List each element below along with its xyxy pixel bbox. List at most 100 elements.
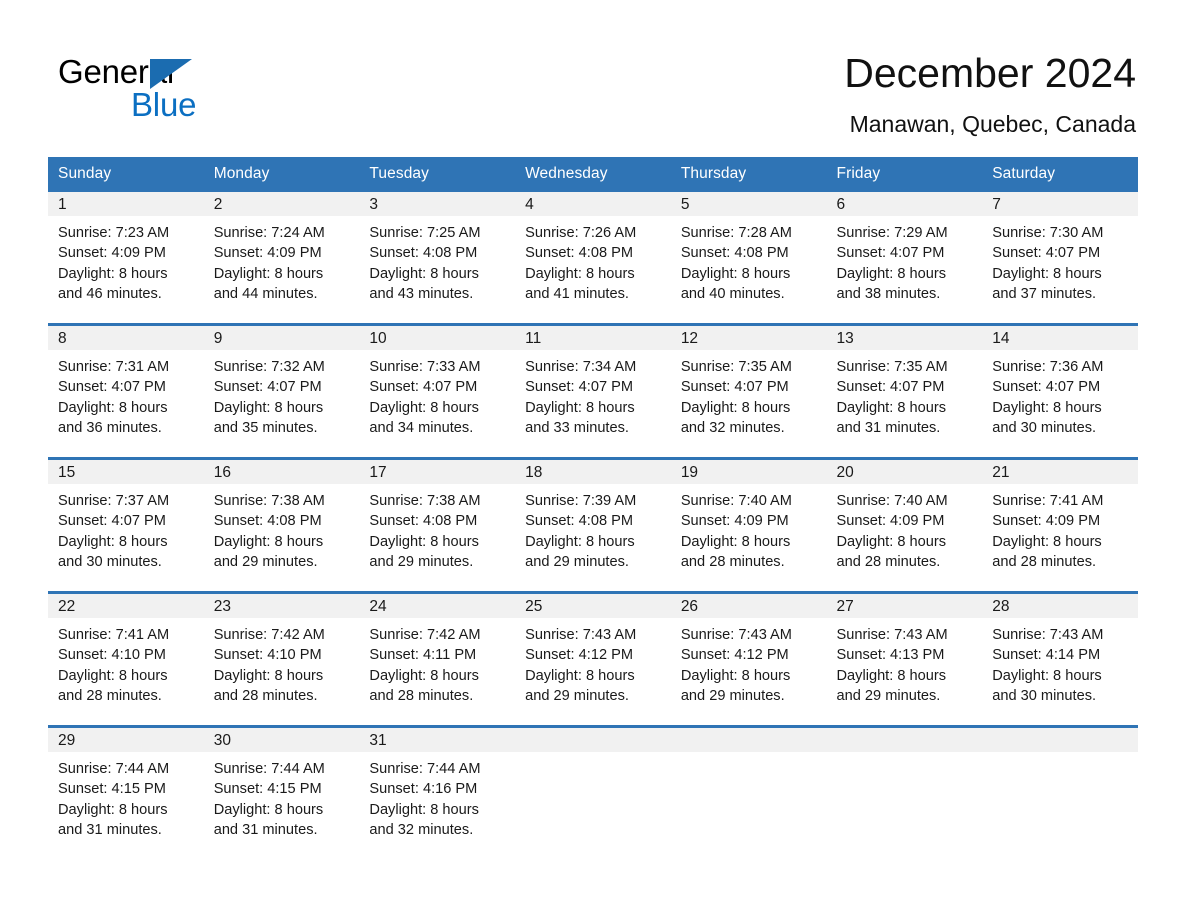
daylight-text-line2: and 44 minutes. xyxy=(213,285,318,302)
daylight-text-line2: and 34 minutes. xyxy=(369,419,474,436)
day-details: Sunrise: 7:44 AM Sunset: 4:16 PM Dayligh… xyxy=(359,752,515,840)
day-cell[interactable]: 11 Sunrise: 7:34 AM Sunset: 4:07 PM Dayl… xyxy=(515,323,671,459)
sunset-text: Sunset: 4:10 PM xyxy=(213,647,322,664)
day-cell[interactable]: 31 Sunrise: 7:44 AM Sunset: 4:16 PM Dayl… xyxy=(359,725,516,859)
day-cell[interactable]: 9 Sunrise: 7:32 AM Sunset: 4:07 PM Dayli… xyxy=(203,323,360,459)
day-details: Sunrise: 7:23 AM Sunset: 4:09 PM Dayligh… xyxy=(48,216,204,304)
day-cell[interactable]: 19 Sunrise: 7:40 AM Sunset: 4:09 PM Dayl… xyxy=(670,457,827,593)
weekday-header-monday: Monday xyxy=(203,157,360,192)
day-cell[interactable]: 10 Sunrise: 7:33 AM Sunset: 4:07 PM Dayl… xyxy=(359,323,516,459)
sunrise-text: Sunrise: 7:35 AM xyxy=(680,359,792,375)
day-number: 5 xyxy=(670,192,827,216)
day-number: 15 xyxy=(48,460,204,484)
daylight-text-line1: Daylight: 8 hours xyxy=(213,265,324,282)
daylight-text-line1: Daylight: 8 hours xyxy=(525,533,635,550)
day-cell[interactable]: 27 Sunrise: 7:43 AM Sunset: 4:13 PM Dayl… xyxy=(826,591,983,727)
day-cell[interactable]: 1 Sunrise: 7:23 AM Sunset: 4:09 PM Dayli… xyxy=(48,192,204,325)
day-number: 29 xyxy=(48,728,204,752)
day-cell[interactable]: 8 Sunrise: 7:31 AM Sunset: 4:07 PM Dayli… xyxy=(48,323,204,459)
daylight-text-line1: Daylight: 8 hours xyxy=(58,533,168,550)
daylight-text-line1: Daylight: 8 hours xyxy=(58,265,168,282)
day-cell[interactable]: 18 Sunrise: 7:39 AM Sunset: 4:08 PM Dayl… xyxy=(515,457,671,593)
day-cell[interactable]: 4 Sunrise: 7:26 AM Sunset: 4:08 PM Dayli… xyxy=(515,192,671,325)
day-cell[interactable]: 6 Sunrise: 7:29 AM Sunset: 4:07 PM Dayli… xyxy=(826,192,983,325)
day-details: Sunrise: 7:38 AM Sunset: 4:08 PM Dayligh… xyxy=(359,484,515,572)
daylight-text-line2: and 29 minutes. xyxy=(213,553,318,570)
page-header: General Blue December 2024 Manawan, Queb… xyxy=(0,0,1188,152)
day-details: Sunrise: 7:39 AM Sunset: 4:08 PM Dayligh… xyxy=(515,484,671,572)
daylight-text-line2: and 29 minutes. xyxy=(525,687,629,704)
daylight-text-line1: Daylight: 8 hours xyxy=(680,399,791,416)
daylight-text-line1: Daylight: 8 hours xyxy=(992,399,1102,416)
general-blue-logo[interactable]: General Blue xyxy=(58,52,318,128)
sunrise-text: Sunrise: 7:30 AM xyxy=(992,225,1104,241)
day-number: 31 xyxy=(359,728,516,752)
sunrise-text: Sunrise: 7:43 AM xyxy=(680,627,792,643)
sunset-text: Sunset: 4:09 PM xyxy=(213,245,322,262)
day-cell[interactable]: 12 Sunrise: 7:35 AM Sunset: 4:07 PM Dayl… xyxy=(670,323,827,459)
calendar-page: General Blue December 2024 Manawan, Queb… xyxy=(0,0,1188,918)
daylight-text-line2: and 43 minutes. xyxy=(369,285,474,302)
day-cell[interactable]: 15 Sunrise: 7:37 AM Sunset: 4:07 PM Dayl… xyxy=(48,457,204,593)
calendar-week-row: 1 Sunrise: 7:23 AM Sunset: 4:09 PM Dayli… xyxy=(48,192,1138,325)
day-details: Sunrise: 7:43 AM Sunset: 4:14 PM Dayligh… xyxy=(982,618,1138,706)
day-cell[interactable]: 29 Sunrise: 7:44 AM Sunset: 4:15 PM Dayl… xyxy=(48,725,204,859)
daylight-text-line2: and 31 minutes. xyxy=(213,821,318,838)
day-cell[interactable]: 21 Sunrise: 7:41 AM Sunset: 4:09 PM Dayl… xyxy=(982,457,1138,593)
day-cell[interactable]: 22 Sunrise: 7:41 AM Sunset: 4:10 PM Dayl… xyxy=(48,591,204,727)
daylight-text-line1: Daylight: 8 hours xyxy=(213,667,324,684)
day-details: Sunrise: 7:41 AM Sunset: 4:10 PM Dayligh… xyxy=(48,618,204,706)
day-cell[interactable]: 17 Sunrise: 7:38 AM Sunset: 4:08 PM Dayl… xyxy=(359,457,516,593)
sunset-text: Sunset: 4:08 PM xyxy=(525,245,634,262)
sunrise-text: Sunrise: 7:23 AM xyxy=(58,225,170,241)
day-details: Sunrise: 7:31 AM Sunset: 4:07 PM Dayligh… xyxy=(48,350,204,438)
day-cell[interactable]: 20 Sunrise: 7:40 AM Sunset: 4:09 PM Dayl… xyxy=(826,457,983,593)
daylight-text-line1: Daylight: 8 hours xyxy=(213,533,324,550)
day-cell[interactable]: 25 Sunrise: 7:43 AM Sunset: 4:12 PM Dayl… xyxy=(515,591,671,727)
day-number: 23 xyxy=(203,594,360,618)
sunrise-text: Sunrise: 7:25 AM xyxy=(369,225,481,241)
sunrise-text: Sunrise: 7:43 AM xyxy=(836,627,948,643)
calendar-table: Sunday Monday Tuesday Wednesday Thursday… xyxy=(48,157,1138,859)
day-cell[interactable]: 23 Sunrise: 7:42 AM Sunset: 4:10 PM Dayl… xyxy=(203,591,360,727)
daylight-text-line1: Daylight: 8 hours xyxy=(525,265,635,282)
daylight-text-line1: Daylight: 8 hours xyxy=(369,533,479,550)
day-number: 11 xyxy=(515,326,671,350)
day-cell[interactable]: 14 Sunrise: 7:36 AM Sunset: 4:07 PM Dayl… xyxy=(982,323,1138,459)
sunrise-text: Sunrise: 7:32 AM xyxy=(213,359,325,375)
day-number: 26 xyxy=(670,594,827,618)
daylight-text-line2: and 29 minutes. xyxy=(680,687,785,704)
day-cell[interactable]: 30 Sunrise: 7:44 AM Sunset: 4:15 PM Dayl… xyxy=(203,725,360,859)
daylight-text-line2: and 31 minutes. xyxy=(836,419,941,436)
day-cell[interactable]: 16 Sunrise: 7:38 AM Sunset: 4:08 PM Dayl… xyxy=(203,457,360,593)
daylight-text-line1: Daylight: 8 hours xyxy=(369,667,479,684)
day-details: Sunrise: 7:40 AM Sunset: 4:09 PM Dayligh… xyxy=(671,484,827,572)
day-number: 25 xyxy=(515,594,671,618)
daylight-text-line1: Daylight: 8 hours xyxy=(992,667,1102,684)
sunset-text: Sunset: 4:10 PM xyxy=(58,647,166,664)
day-cell[interactable]: 26 Sunrise: 7:43 AM Sunset: 4:12 PM Dayl… xyxy=(670,591,827,727)
day-details: Sunrise: 7:38 AM Sunset: 4:08 PM Dayligh… xyxy=(204,484,360,572)
day-number: 3 xyxy=(359,192,516,216)
sunset-text: Sunset: 4:07 PM xyxy=(836,245,945,262)
day-number: 12 xyxy=(670,326,827,350)
sunrise-text: Sunrise: 7:35 AM xyxy=(836,359,948,375)
day-cell[interactable]: 5 Sunrise: 7:28 AM Sunset: 4:08 PM Dayli… xyxy=(670,192,827,325)
sunrise-text: Sunrise: 7:44 AM xyxy=(369,761,481,777)
sunset-text: Sunset: 4:12 PM xyxy=(525,647,634,664)
day-number: 2 xyxy=(203,192,360,216)
daylight-text-line1: Daylight: 8 hours xyxy=(213,801,324,818)
day-cell[interactable]: 24 Sunrise: 7:42 AM Sunset: 4:11 PM Dayl… xyxy=(359,591,516,727)
sunset-text: Sunset: 4:07 PM xyxy=(58,379,166,396)
day-cell[interactable]: 13 Sunrise: 7:35 AM Sunset: 4:07 PM Dayl… xyxy=(826,323,983,459)
day-cell[interactable]: 28 Sunrise: 7:43 AM Sunset: 4:14 PM Dayl… xyxy=(982,591,1138,727)
day-cell[interactable]: 2 Sunrise: 7:24 AM Sunset: 4:09 PM Dayli… xyxy=(203,192,360,325)
day-cell-empty xyxy=(826,725,983,859)
day-cell[interactable]: 7 Sunrise: 7:30 AM Sunset: 4:07 PM Dayli… xyxy=(982,192,1138,325)
calendar-week-row: 29 Sunrise: 7:44 AM Sunset: 4:15 PM Dayl… xyxy=(48,725,1138,859)
day-number: 21 xyxy=(982,460,1138,484)
day-cell[interactable]: 3 Sunrise: 7:25 AM Sunset: 4:08 PM Dayli… xyxy=(359,192,516,325)
sunset-text: Sunset: 4:07 PM xyxy=(213,379,322,396)
sunset-text: Sunset: 4:07 PM xyxy=(58,513,166,530)
daylight-text-line1: Daylight: 8 hours xyxy=(680,265,791,282)
